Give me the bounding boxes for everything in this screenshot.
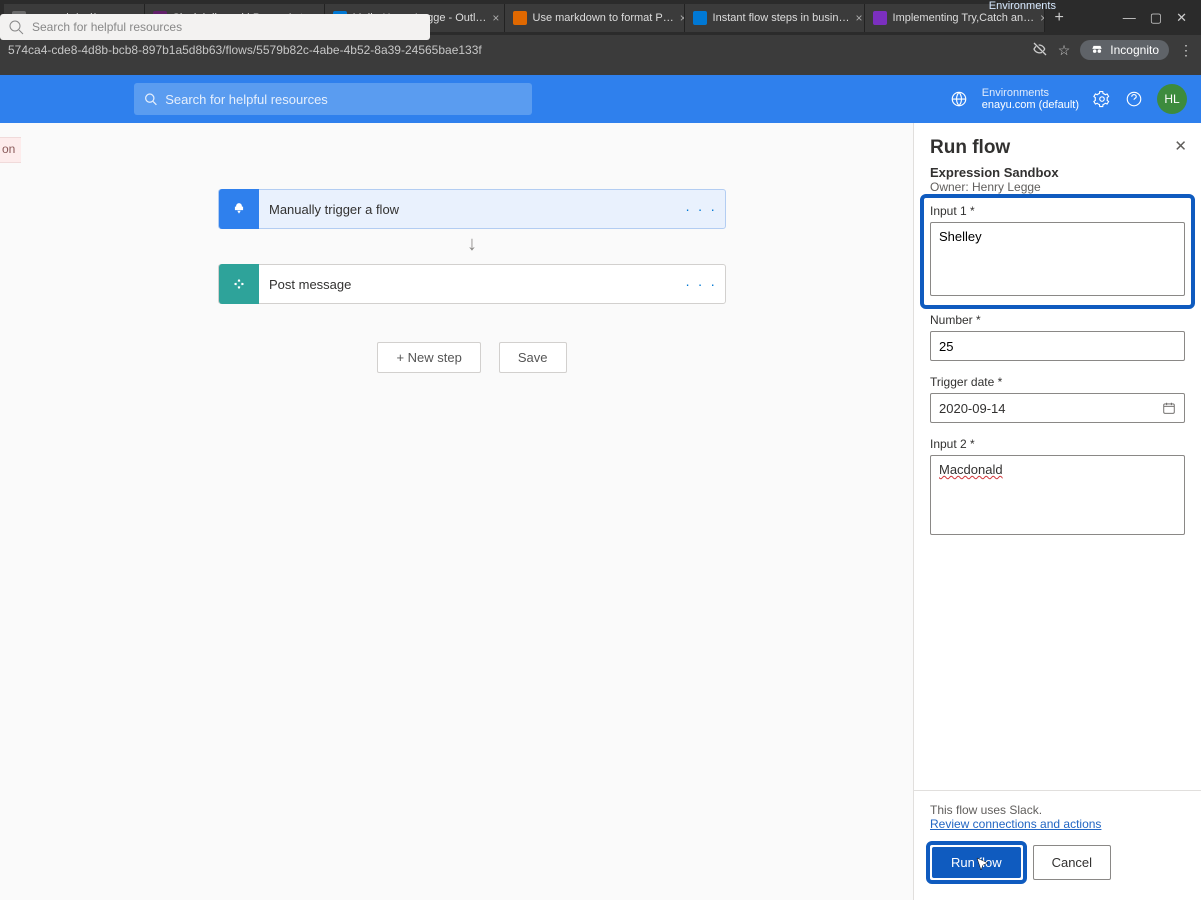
trigger-date-value: 2020-09-14 [939, 401, 1006, 416]
ghost-search: Search for helpful resources [0, 14, 430, 40]
environment-picker[interactable]: Environments enayu.com (default) [982, 87, 1079, 111]
eye-off-icon[interactable] [1032, 41, 1048, 60]
input1-label: Input 1 * [930, 204, 1185, 218]
tab-title: Use markdown to format P… [533, 12, 674, 24]
help-icon[interactable] [1125, 90, 1143, 108]
tab-title: Instant flow steps in busin… [713, 12, 850, 24]
number-label: Number * [930, 313, 1185, 327]
arrow-icon: ↓ [467, 233, 477, 256]
trigger-step[interactable]: Manually trigger a flow · · · [218, 189, 726, 229]
trigger-date-label: Trigger date * [930, 375, 1185, 389]
input2-label: Input 2 * [930, 437, 1185, 451]
flow-name: Expression Sandbox [930, 165, 1185, 180]
slack-icon [219, 264, 259, 304]
panel-footer: This flow uses Slack. Review connections… [914, 790, 1201, 900]
step-menu-icon[interactable]: · · · [685, 201, 717, 217]
action-step[interactable]: Post message · · · [218, 264, 726, 304]
header-search[interactable] [134, 83, 532, 115]
owner-label: Owner: Henry Legge [930, 180, 1185, 194]
review-connections-link[interactable]: Review connections and actions [930, 817, 1101, 831]
run-flow-panel: ✕ Run flow Expression Sandbox Owner: Hen… [913, 123, 1201, 900]
gear-icon[interactable] [1093, 90, 1111, 108]
input2-value: Macdonald [939, 462, 1003, 477]
browser-tab[interactable]: Instant flow steps in busin… × [685, 4, 865, 32]
input2-textarea[interactable]: Macdonald [930, 455, 1185, 535]
panel-title: Run flow [930, 137, 1185, 159]
input1-field-highlight: Input 1 * [924, 198, 1191, 305]
trigger-label: Manually trigger a flow [269, 202, 399, 217]
new-step-button[interactable]: + New step [377, 342, 480, 373]
calendar-icon[interactable] [1162, 401, 1176, 415]
incognito-label: Incognito [1110, 43, 1159, 57]
action-label: Post message [269, 277, 351, 292]
close-icon[interactable]: × [492, 11, 499, 25]
url-text[interactable]: 574ca4-cde8-4d8b-bcb8-897b1a5d8b63/flows… [8, 43, 482, 57]
star-icon[interactable]: ☆ [1058, 42, 1071, 59]
avatar[interactable]: HL [1157, 84, 1187, 114]
incognito-badge: Incognito [1080, 40, 1169, 60]
app-header: Environments enayu.com (default) HL [0, 75, 1201, 123]
env-name: enayu.com (default) [982, 99, 1079, 111]
save-button[interactable]: Save [499, 342, 567, 373]
browser-tab[interactable]: Use markdown to format P…× [505, 4, 685, 32]
input1-textarea[interactable] [930, 222, 1185, 296]
run-flow-button[interactable]: Run flow [932, 847, 1021, 878]
tab-title: Implementing Try,Catch an… [893, 12, 1035, 24]
menu-icon[interactable]: ⋮ [1179, 42, 1193, 59]
footer-text: This flow uses Slack. [930, 803, 1185, 817]
run-flow-highlight: Run flow [930, 845, 1023, 880]
trigger-icon [219, 189, 259, 229]
search-input[interactable] [165, 92, 522, 107]
trigger-date-input[interactable]: 2020-09-14 [930, 393, 1185, 423]
close-window-icon[interactable]: ✕ [1176, 10, 1187, 26]
env-small-label: Environments [982, 87, 1079, 99]
close-panel-icon[interactable]: ✕ [1174, 137, 1187, 155]
maximize-icon[interactable]: ▢ [1150, 10, 1162, 26]
top-env-label: Environments [989, 0, 1056, 12]
flow-canvas: on Manually trigger a flow · · · ↓ Post … [0, 123, 1201, 900]
minimize-icon[interactable]: ― [1123, 10, 1136, 25]
cursor-icon [975, 856, 991, 872]
step-menu-icon[interactable]: · · · [685, 276, 717, 292]
close-icon[interactable]: × [855, 11, 862, 25]
environment-icon[interactable] [950, 90, 968, 108]
ghost-search-text: Search for helpful resources [32, 20, 182, 34]
number-input[interactable] [930, 331, 1185, 361]
avatar-initials: HL [1164, 92, 1179, 106]
on-fragment: on [0, 137, 21, 163]
cancel-button[interactable]: Cancel [1033, 845, 1111, 880]
